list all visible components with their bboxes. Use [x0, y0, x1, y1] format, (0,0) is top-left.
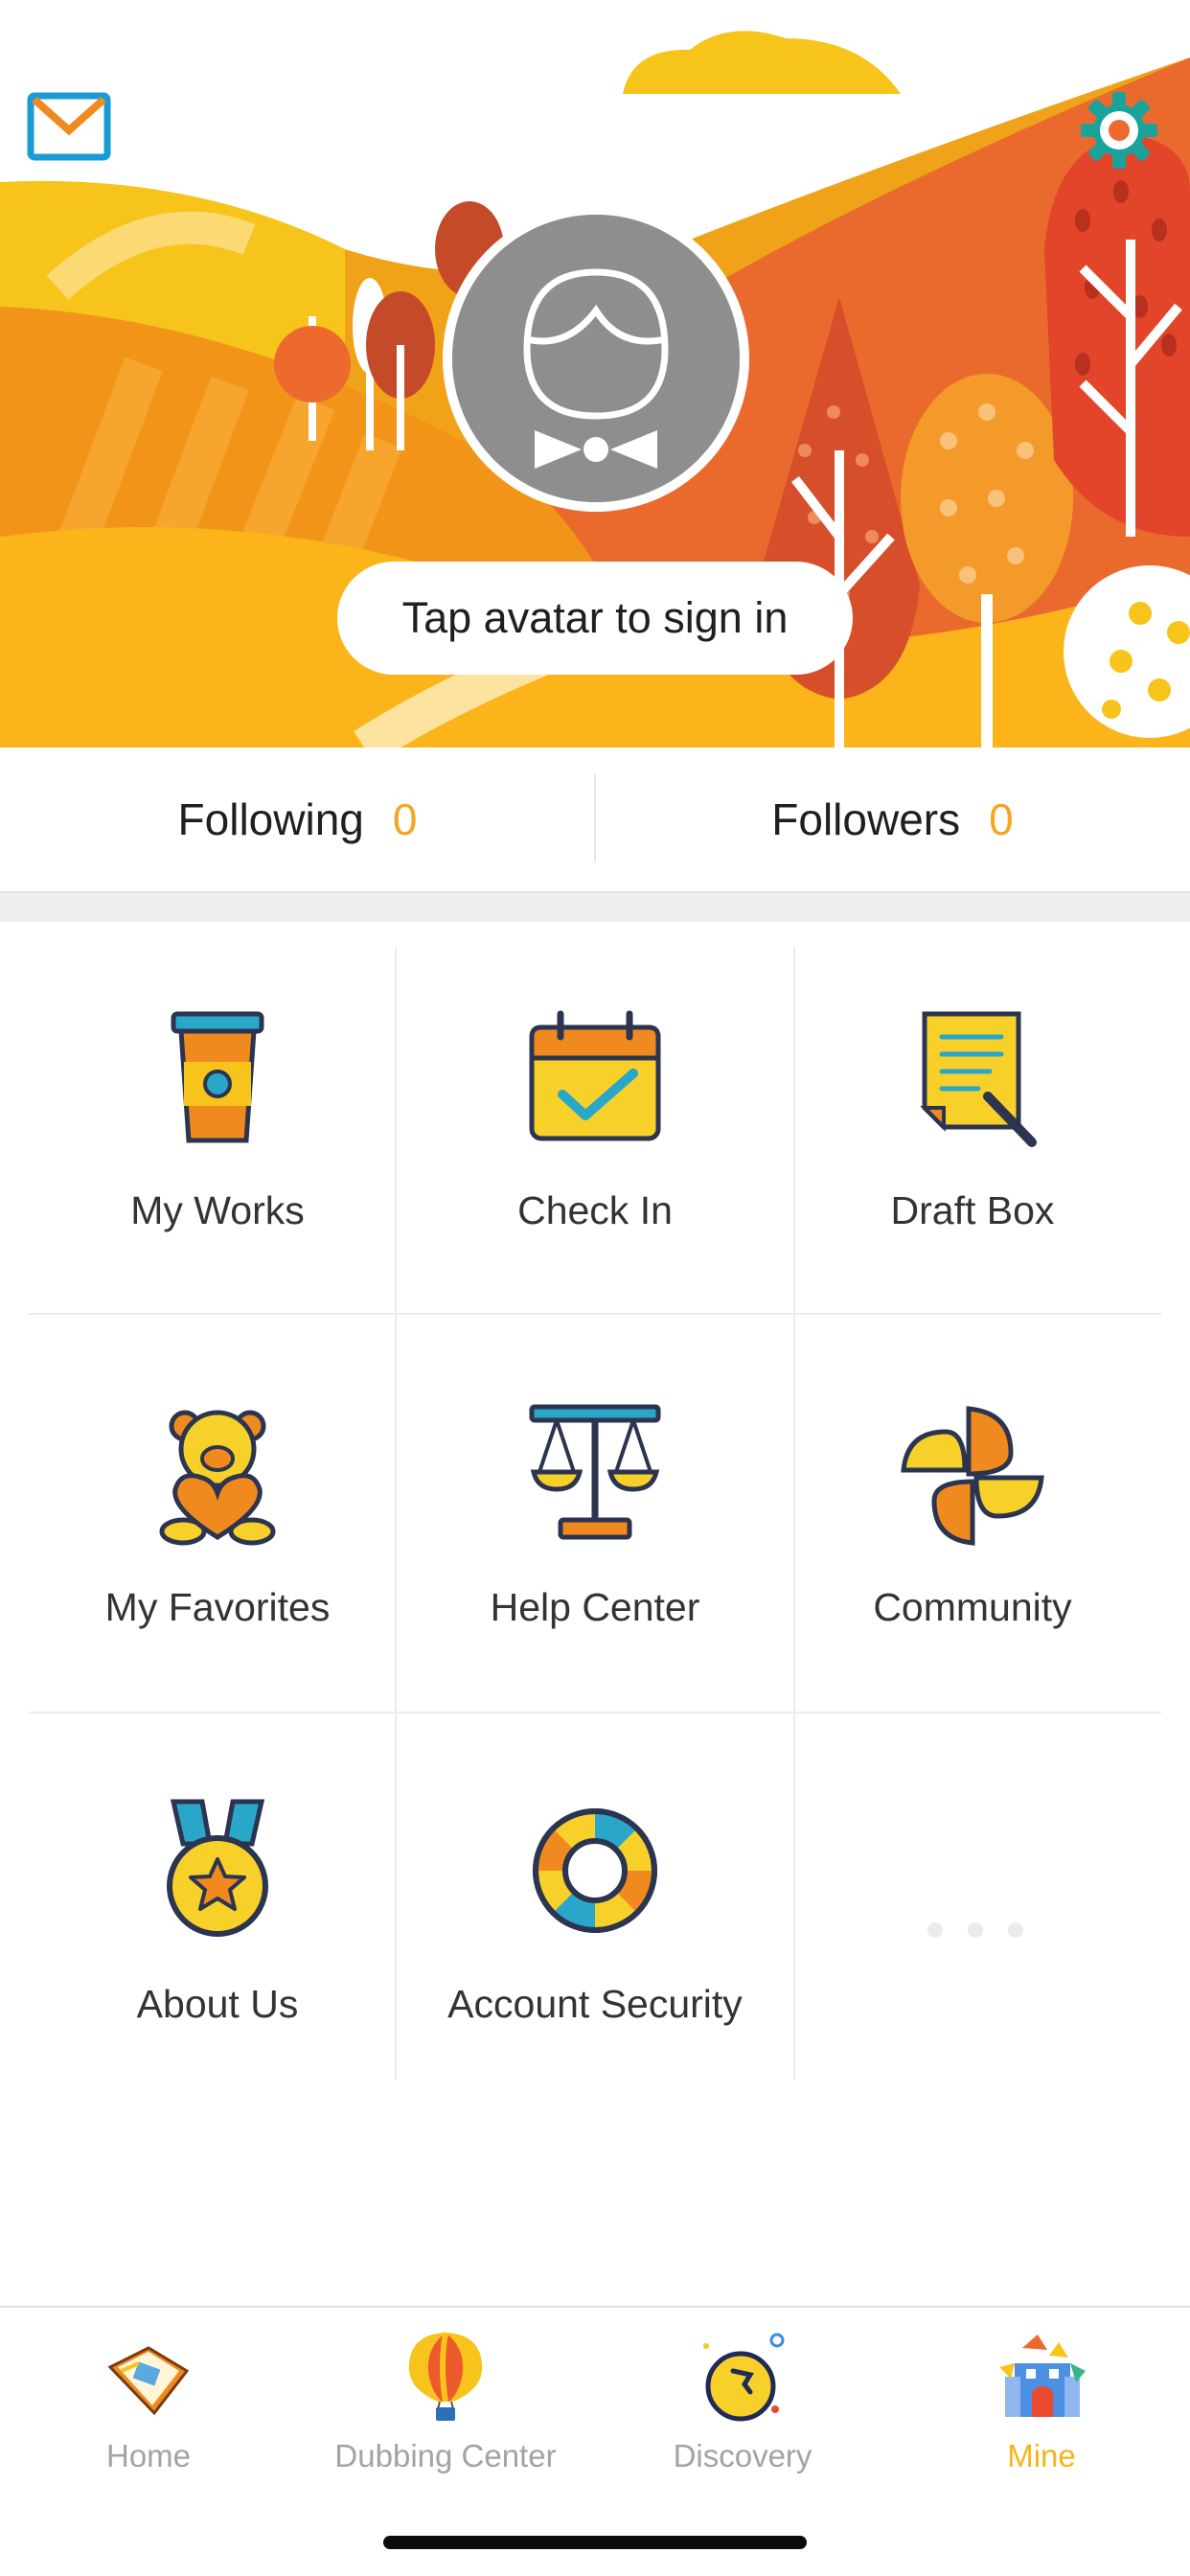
cup-icon: [141, 1000, 294, 1154]
gear-icon[interactable]: [1077, 88, 1161, 172]
section-separator: [0, 891, 1190, 922]
menu-item-label: My Favorites: [104, 1585, 331, 1629]
menu-item-placeholder: [784, 1740, 1161, 2108]
following-count: 0: [392, 794, 418, 844]
profile-header-banner: Tap avatar to sign in: [0, 0, 1190, 748]
tab-label: Dubbing Center: [334, 2438, 557, 2473]
hot-air-balloon-icon: [398, 2329, 493, 2425]
avatar-placeholder-icon: [452, 215, 740, 502]
menu-item-label: Community: [873, 1585, 1072, 1629]
menu-item-check-in[interactable]: Check In: [406, 947, 784, 1315]
stats-divider: [594, 774, 596, 862]
menu-item-my-works[interactable]: My Works: [29, 947, 406, 1315]
menu-item-community[interactable]: Community: [784, 1344, 1161, 1712]
more-dots-icon: [927, 1922, 1023, 1938]
tab-home[interactable]: Home: [0, 2308, 297, 2499]
castle-icon: [994, 2329, 1089, 2425]
medal-icon: [141, 1794, 294, 1947]
profile-screen: Tap avatar to sign in Following 0 Follow…: [0, 0, 1190, 2576]
menu-item-label: Draft Box: [890, 1188, 1055, 1232]
tab-label: Mine: [1007, 2438, 1076, 2473]
mail-icon[interactable]: [27, 92, 111, 161]
book-icon: [101, 2329, 196, 2425]
scales-icon: [518, 1397, 672, 1551]
tab-mine[interactable]: Mine: [893, 2308, 1190, 2499]
followers-count: 0: [989, 794, 1014, 844]
teddy-bear-heart-icon: [141, 1397, 294, 1551]
lifebuoy-icon: [518, 1794, 672, 1947]
tab-discovery[interactable]: Discovery: [594, 2308, 891, 2499]
compass-icon: [695, 2329, 790, 2425]
menu-item-account-security[interactable]: Account Security: [406, 1740, 784, 2108]
sign-in-prompt-text: Tap avatar to sign in: [401, 593, 789, 642]
menu-item-label: About Us: [136, 1982, 299, 2026]
tab-dubbing-center[interactable]: Dubbing Center: [297, 2308, 594, 2499]
tab-label: Discovery: [673, 2438, 812, 2473]
menu-item-my-favorites[interactable]: My Favorites: [29, 1344, 406, 1712]
followers-stat[interactable]: Followers 0: [595, 748, 1190, 891]
following-stat[interactable]: Following 0: [0, 748, 595, 891]
grid-divider: [29, 1712, 1161, 1714]
menu-item-about-us[interactable]: About Us: [29, 1740, 406, 2108]
menu-item-label: Account Security: [447, 1982, 743, 2026]
menu-item-label: Check In: [517, 1188, 673, 1232]
follow-stats: Following 0 Followers 0: [0, 748, 1190, 891]
sign-in-prompt[interactable]: Tap avatar to sign in: [337, 562, 853, 675]
document-pen-icon: [896, 1000, 1049, 1154]
followers-label: Followers: [771, 794, 961, 844]
home-indicator[interactable]: [383, 2536, 807, 2549]
pinwheel-icon: [896, 1397, 1049, 1551]
following-label: Following: [177, 794, 364, 844]
avatar[interactable]: [443, 205, 749, 512]
calendar-check-icon: [518, 1000, 672, 1154]
menu-item-help-center[interactable]: Help Center: [406, 1344, 784, 1712]
menu-item-label: Help Center: [490, 1585, 700, 1629]
tab-label: Home: [105, 2438, 192, 2473]
menu-item-draft-box[interactable]: Draft Box: [784, 947, 1161, 1315]
menu-item-label: My Works: [130, 1188, 305, 1232]
